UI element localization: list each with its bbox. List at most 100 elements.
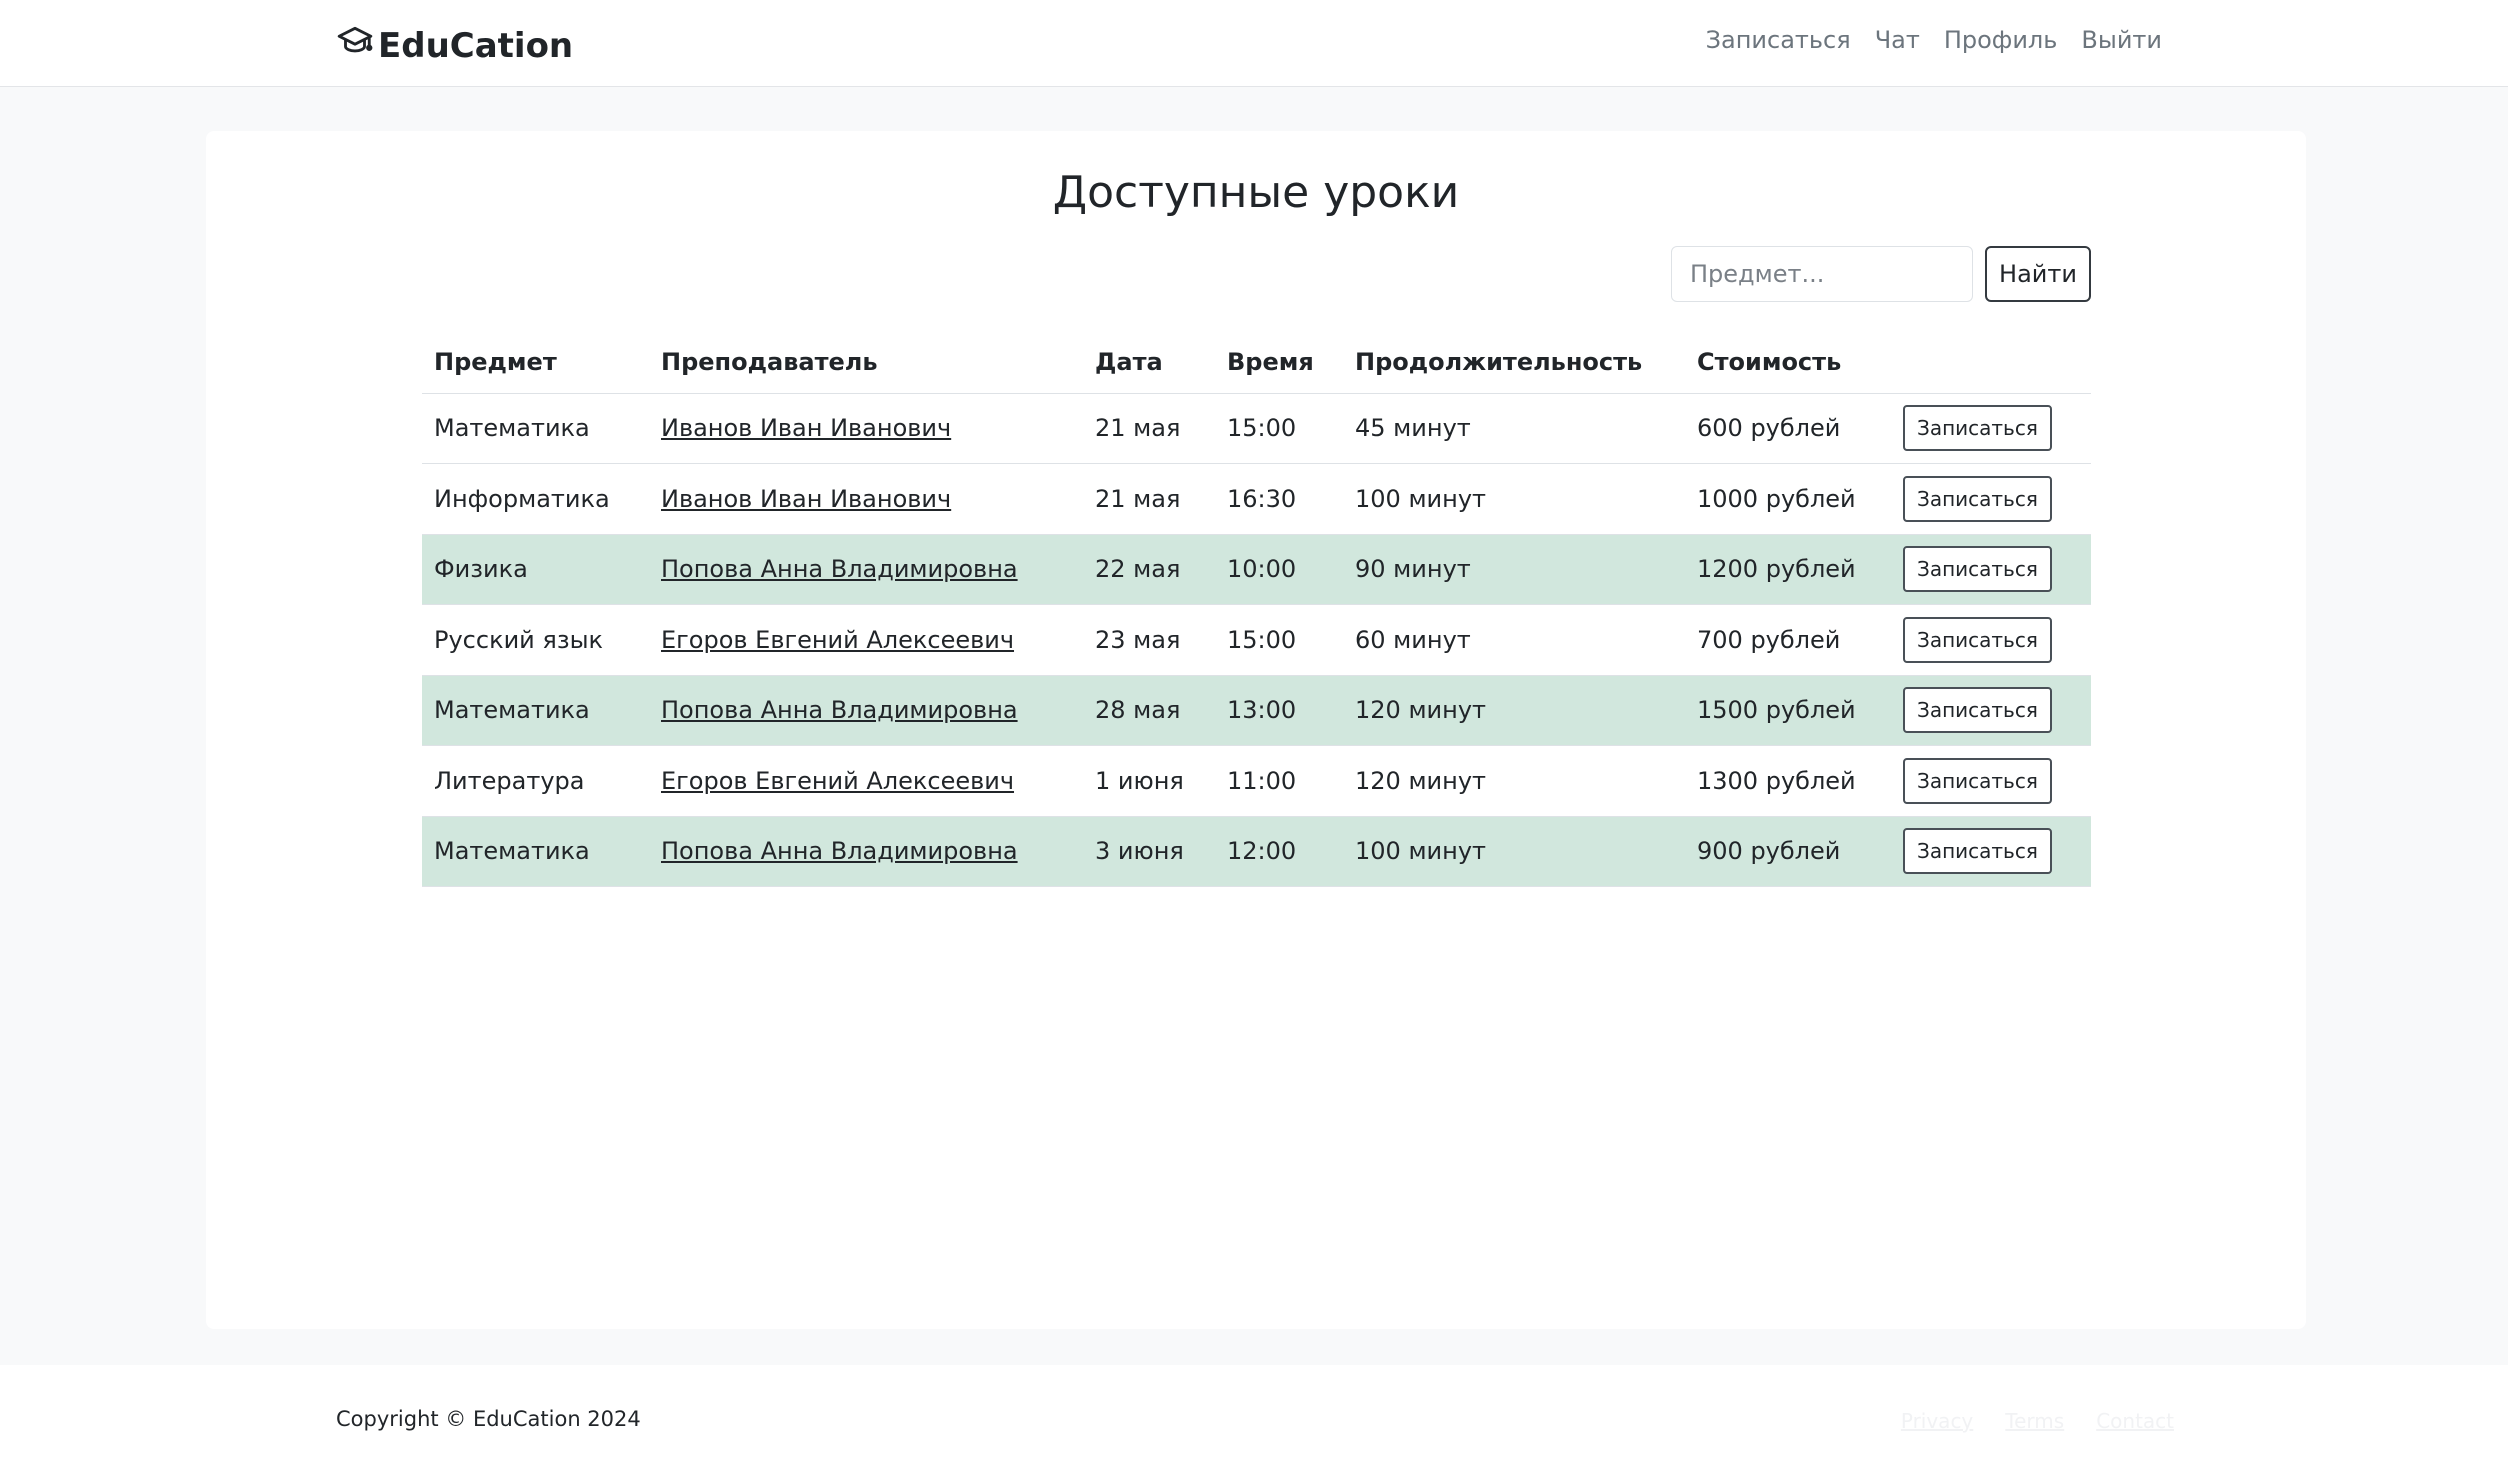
cell-teacher: Егоров Евгений Алексеевич (649, 745, 1083, 817)
cell-time: 12:00 (1215, 816, 1343, 887)
cell-time: 16:30 (1215, 463, 1343, 535)
brand-link[interactable]: EduCation (336, 22, 573, 69)
table-row: Математика Попова Анна Владимировна 28 мая… (422, 675, 2091, 746)
cell-action: Записаться (1891, 463, 2091, 535)
cell-subject: Математика (422, 675, 649, 746)
cell-teacher: Попова Анна Владимировна (649, 534, 1083, 605)
search-button[interactable]: Найти (1985, 246, 2091, 302)
cell-subject: Физика (422, 534, 649, 605)
cell-action: Записаться (1891, 816, 2091, 887)
cell-action: Записаться (1891, 393, 2091, 464)
search-form: Найти (1671, 246, 2091, 302)
nav-link-logout[interactable]: Выйти (2081, 26, 2162, 54)
cell-time: 11:00 (1215, 745, 1343, 817)
table-row: Русский язык Егоров Евгений Алексеевич 23 … (422, 604, 2091, 676)
footer-links: Privacy Terms Contact (1901, 1409, 2174, 1433)
cell-subject: Математика (422, 816, 649, 887)
cell-action: Записаться (1891, 604, 2091, 676)
cell-date: 22 мая (1083, 534, 1215, 605)
cell-price: 1500 рублей (1685, 675, 1891, 746)
cell-price: 1200 рублей (1685, 534, 1891, 605)
cell-price: 1300 рублей (1685, 745, 1891, 817)
cell-action: Записаться (1891, 675, 2091, 746)
nav-links: Записаться Чат Профиль Выйти (1706, 26, 2162, 54)
cell-teacher: Егоров Евгений Алексеевич (649, 604, 1083, 676)
cell-action: Записаться (1891, 745, 2091, 817)
footer-link-terms[interactable]: Terms (2005, 1409, 2064, 1433)
cell-date: 21 мая (1083, 463, 1215, 535)
cell-teacher: Попова Анна Владимировна (649, 816, 1083, 887)
lessons-table: Предмет Преподаватель Дата Время Продолж… (422, 331, 2091, 887)
cell-duration: 120 минут (1343, 675, 1685, 746)
nav-link-profile[interactable]: Профиль (1944, 26, 2058, 54)
cell-teacher: Попова Анна Владимировна (649, 675, 1083, 746)
cell-price: 1000 рублей (1685, 463, 1891, 535)
footer-link-privacy[interactable]: Privacy (1901, 1409, 1973, 1433)
cell-duration: 60 минут (1343, 604, 1685, 676)
cell-date: 3 июня (1083, 816, 1215, 887)
cell-duration: 100 минут (1343, 463, 1685, 535)
cell-date: 1 июня (1083, 745, 1215, 817)
book-lesson-button[interactable]: Записаться (1903, 405, 2052, 452)
table-row: Литература Егоров Евгений Алексеевич 1 июн… (422, 745, 2091, 817)
lessons-card: Доступные уроки Найти Предмет Преподават… (206, 131, 2306, 1329)
header-duration: Продолжительность (1343, 331, 1685, 394)
cell-duration: 45 минут (1343, 393, 1685, 464)
cell-subject: Русский язык (422, 604, 649, 676)
cell-time: 13:00 (1215, 675, 1343, 746)
nav-link-chat[interactable]: Чат (1875, 26, 1920, 54)
table-row: Физика Попова Анна Владимировна 22 мая 10:0… (422, 534, 2091, 605)
teacher-link[interactable]: Иванов Иван Иванович (661, 485, 951, 513)
header-price: Стоимость (1685, 331, 1891, 394)
cell-date: 23 мая (1083, 604, 1215, 676)
page-title: Доступные уроки (1052, 167, 1460, 218)
cell-action: Записаться (1891, 534, 2091, 605)
cell-subject: Информатика (422, 463, 649, 535)
teacher-link[interactable]: Попова Анна Владимировна (661, 696, 1018, 724)
navbar: EduCation Записаться Чат Профиль Выйти (0, 0, 2508, 87)
cell-subject: Литература (422, 745, 649, 817)
header-date: Дата (1083, 331, 1215, 394)
book-lesson-button[interactable]: Записаться (1903, 616, 2052, 663)
book-lesson-button[interactable]: Записаться (1903, 757, 2052, 804)
cell-duration: 120 минут (1343, 745, 1685, 817)
cell-time: 15:00 (1215, 393, 1343, 464)
teacher-link[interactable]: Попова Анна Владимировна (661, 837, 1018, 865)
cell-date: 21 мая (1083, 393, 1215, 464)
book-lesson-button[interactable]: Записаться (1903, 687, 2052, 734)
header-teacher: Преподаватель (649, 331, 1083, 394)
cell-subject: Математика (422, 393, 649, 464)
header-time: Время (1215, 331, 1343, 394)
copyright-text: Copyright © EduCation 2024 (336, 1407, 641, 1431)
footer-link-contact[interactable]: Contact (2096, 1409, 2174, 1433)
table-row: Математика Попова Анна Владимировна 3 июня… (422, 816, 2091, 887)
nav-link-book[interactable]: Записаться (1706, 26, 1851, 54)
teacher-link[interactable]: Иванов Иван Иванович (661, 414, 951, 442)
table-row: Математика Иванов Иван Иванович 21 мая 15:0… (422, 393, 2091, 464)
cell-time: 15:00 (1215, 604, 1343, 676)
cell-price: 600 рублей (1685, 393, 1891, 464)
header-subject: Предмет (422, 331, 649, 394)
cell-duration: 90 минут (1343, 534, 1685, 605)
header-action (1891, 331, 2091, 394)
teacher-link[interactable]: Егоров Евгений Алексеевич (661, 626, 1014, 654)
subject-search-input[interactable] (1671, 246, 1973, 302)
graduation-cap-icon (336, 22, 374, 69)
footer: Copyright © EduCation 2024 Privacy Terms… (0, 1365, 2508, 1467)
book-lesson-button[interactable]: Записаться (1903, 475, 2052, 522)
cell-teacher: Иванов Иван Иванович (649, 463, 1083, 535)
teacher-link[interactable]: Егоров Евгений Алексеевич (661, 767, 1014, 795)
table-body: Математика Иванов Иван Иванович 21 мая 15:0… (422, 393, 2091, 887)
table-row: Информатика Иванов Иван Иванович 21 мая 16:… (422, 463, 2091, 535)
table-header: Предмет Преподаватель Дата Время Продолж… (422, 331, 2091, 394)
book-lesson-button[interactable]: Записаться (1903, 828, 2052, 875)
cell-teacher: Иванов Иван Иванович (649, 393, 1083, 464)
cell-time: 10:00 (1215, 534, 1343, 605)
teacher-link[interactable]: Попова Анна Владимировна (661, 555, 1018, 583)
cell-price: 900 рублей (1685, 816, 1891, 887)
book-lesson-button[interactable]: Записаться (1903, 546, 2052, 593)
cell-date: 28 мая (1083, 675, 1215, 746)
cell-price: 700 рублей (1685, 604, 1891, 676)
cell-duration: 100 минут (1343, 816, 1685, 887)
brand-name: EduCation (378, 25, 574, 66)
